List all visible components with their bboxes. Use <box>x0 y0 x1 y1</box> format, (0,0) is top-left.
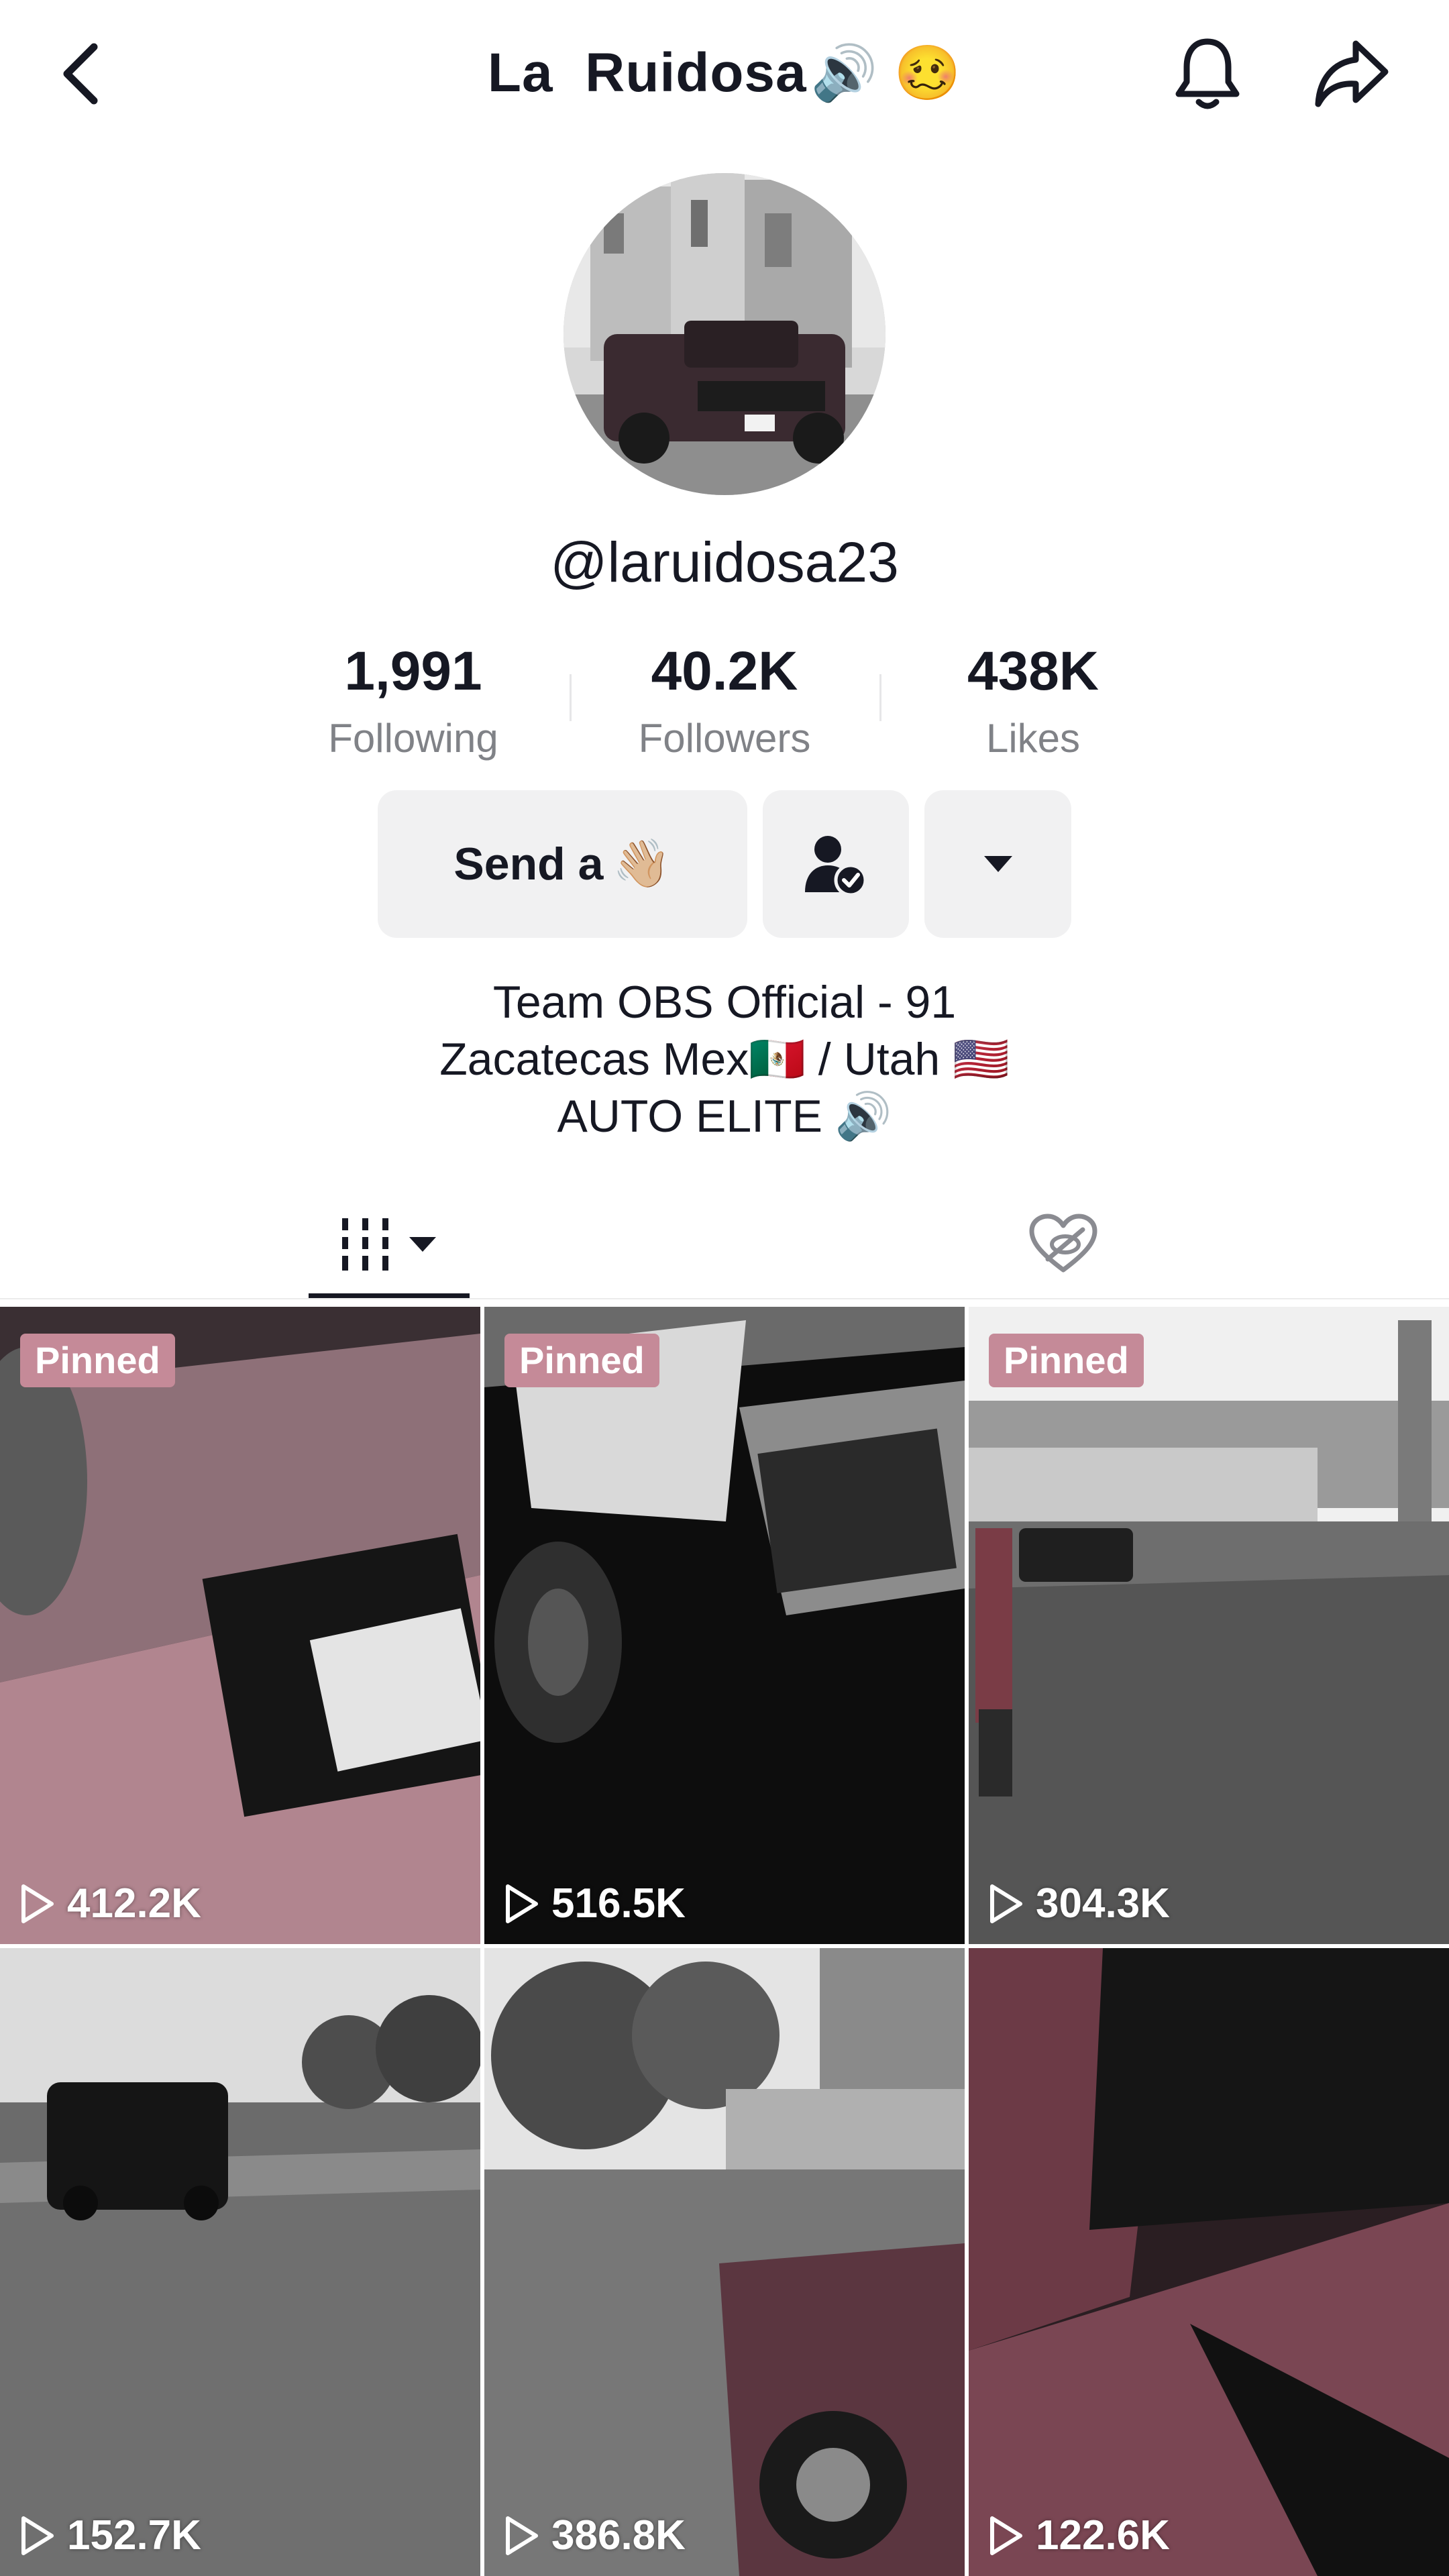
video-frame-image <box>484 1948 965 2576</box>
play-icon <box>990 2516 1022 2555</box>
view-count-label: 412.2K <box>67 1880 201 1927</box>
caret-down-icon <box>983 856 1012 872</box>
tab-divider <box>0 1298 1449 1299</box>
bell-icon <box>1175 38 1240 109</box>
following-count: 1,991 <box>344 641 482 702</box>
wave-emoji: 👋🏼 <box>612 837 672 890</box>
view-count: 304.3K <box>989 1880 1170 1927</box>
video-thumbnail[interactable]: Pinned 304.3K <box>969 1307 1449 1944</box>
send-wave-button[interactable]: Send a 👋🏼 <box>378 790 747 938</box>
active-tab-indicator <box>309 1293 470 1298</box>
tab-liked[interactable] <box>1006 1194 1120 1295</box>
followers-count: 40.2K <box>651 641 798 702</box>
stat-following[interactable]: 1,991 Following <box>299 641 527 761</box>
username-handle: @laruidosa23 <box>550 531 899 594</box>
user-check-icon <box>805 836 867 897</box>
share-button[interactable] <box>1305 30 1399 117</box>
following-status-button[interactable] <box>763 790 909 938</box>
stat-likes[interactable]: 438K Likes <box>919 641 1147 761</box>
tab-videos[interactable] <box>309 1194 470 1295</box>
pinned-badge: Pinned <box>504 1334 659 1387</box>
following-label: Following <box>328 716 498 761</box>
profile-name: La Ruidosa <box>487 42 807 103</box>
stat-divider <box>879 674 881 721</box>
play-icon <box>21 1884 54 1923</box>
play-icon <box>990 1884 1022 1923</box>
avatar-image <box>564 173 885 495</box>
view-count-label: 304.3K <box>1036 1880 1170 1927</box>
view-count: 412.2K <box>20 1880 201 1927</box>
view-count: 516.5K <box>504 1880 686 1927</box>
stat-followers[interactable]: 40.2K Followers <box>610 641 839 761</box>
play-icon <box>506 1884 538 1923</box>
profile-avatar[interactable] <box>564 173 885 495</box>
view-count: 152.7K <box>20 2512 201 2559</box>
pinned-badge: Pinned <box>989 1334 1144 1387</box>
video-thumbnail[interactable]: Pinned 412.2K <box>0 1307 480 1944</box>
video-thumbnail[interactable]: Pinned 516.5K <box>484 1307 965 1944</box>
bio-line: Team OBS Official - 91 <box>492 977 957 1028</box>
more-options-button[interactable] <box>924 790 1071 938</box>
title-emoji: 🔊 🥴 <box>810 43 962 103</box>
send-wave-label: Send a <box>453 839 604 890</box>
grid-bars-icon <box>342 1218 436 1271</box>
video-frame-image <box>969 1948 1449 2576</box>
video-thumbnail[interactable]: 386.8K <box>484 1948 965 2576</box>
liked-hidden-heart-icon <box>1029 1214 1097 1273</box>
bio-line: AUTO ELITE 🔊 <box>557 1091 892 1142</box>
notification-bell-button[interactable] <box>1161 30 1254 117</box>
likes-label: Likes <box>985 716 1081 761</box>
view-count: 386.8K <box>504 2512 686 2559</box>
share-arrow-icon <box>1315 40 1389 107</box>
video-frame-image <box>0 1307 480 1944</box>
play-icon <box>21 2516 54 2555</box>
followers-label: Followers <box>638 716 811 761</box>
view-count-label: 152.7K <box>67 2512 201 2559</box>
view-count-label: 122.6K <box>1036 2512 1170 2559</box>
view-count-label: 516.5K <box>551 1880 686 1927</box>
video-thumbnail[interactable]: 122.6K <box>969 1948 1449 2576</box>
view-count: 122.6K <box>989 2512 1170 2559</box>
likes-count: 438K <box>967 641 1099 702</box>
video-thumbnail[interactable]: 152.7K <box>0 1948 480 2576</box>
video-frame-image <box>484 1307 965 1944</box>
video-frame-image <box>969 1307 1449 1944</box>
profile-bio: Team OBS Official - 91 Zacatecas Mex🇲🇽 /… <box>0 974 1449 1145</box>
pinned-badge: Pinned <box>20 1334 175 1387</box>
bio-line: Zacatecas Mex🇲🇽 / Utah 🇺🇸 <box>439 1034 1010 1085</box>
stat-divider <box>570 674 572 721</box>
view-count-label: 386.8K <box>551 2512 686 2559</box>
video-frame-image <box>0 1948 480 2576</box>
play-icon <box>506 2516 538 2555</box>
